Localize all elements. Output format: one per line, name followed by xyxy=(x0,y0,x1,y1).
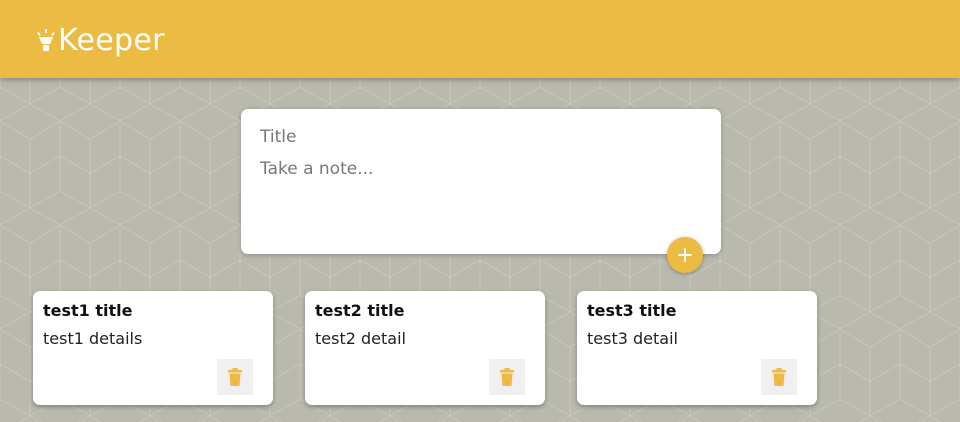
create-note-form xyxy=(241,109,721,254)
add-note-button[interactable] xyxy=(667,237,703,273)
note-title: test1 title xyxy=(43,301,133,320)
delete-note-button[interactable] xyxy=(217,359,253,395)
note-content-input[interactable] xyxy=(260,159,700,239)
note-card: test3 title test3 detail xyxy=(577,291,817,405)
app-header: Keeper xyxy=(0,0,960,78)
app-logo: Keeper xyxy=(36,24,165,58)
trash-icon xyxy=(500,368,514,386)
trash-icon xyxy=(228,368,242,386)
delete-note-button[interactable] xyxy=(489,359,525,395)
note-content: test3 detail xyxy=(587,329,678,348)
lamp-icon xyxy=(37,29,55,51)
note-title: test3 title xyxy=(587,301,677,320)
note-card: test2 title test2 detail xyxy=(305,291,545,405)
delete-note-button[interactable] xyxy=(761,359,797,395)
note-title-input[interactable] xyxy=(260,127,700,147)
note-content: test2 detail xyxy=(315,329,406,348)
plus-icon xyxy=(678,248,692,262)
note-card: test1 title test1 details xyxy=(33,291,273,405)
app-title: Keeper xyxy=(58,23,165,58)
note-title: test2 title xyxy=(315,301,405,320)
trash-icon xyxy=(772,368,786,386)
note-content: test1 details xyxy=(43,329,143,348)
